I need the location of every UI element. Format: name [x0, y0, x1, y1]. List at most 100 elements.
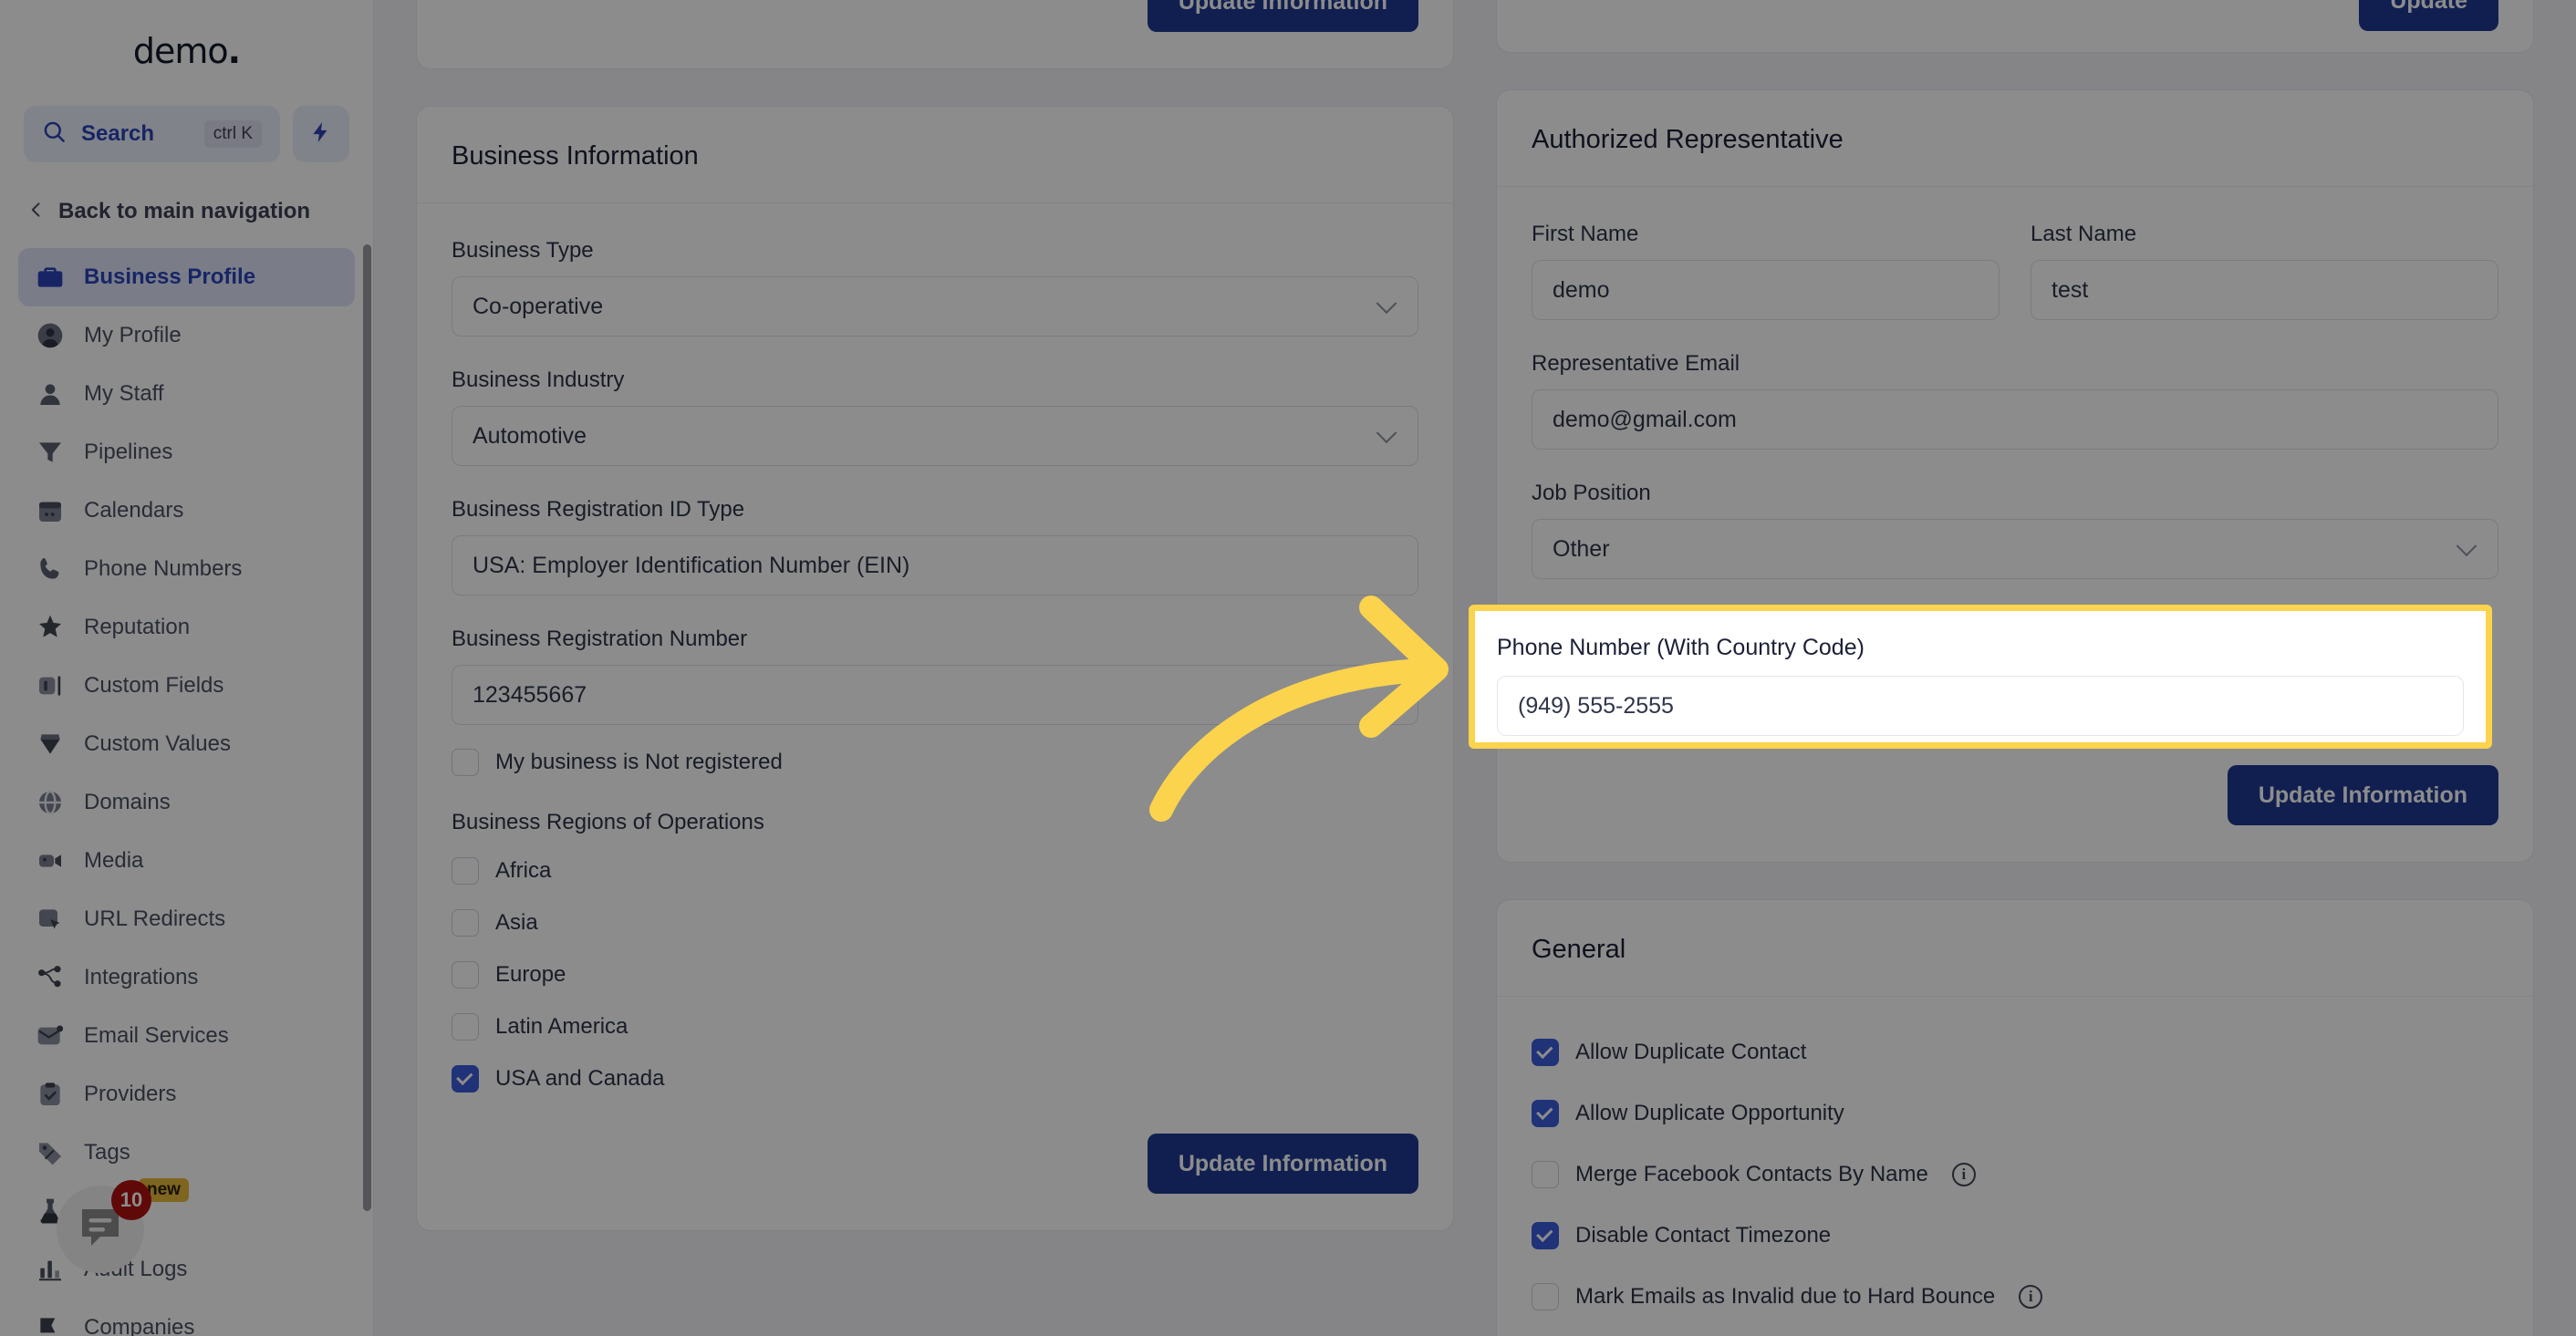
sidebar-item-email-services[interactable]: Email Services: [18, 1007, 355, 1065]
general-title: General: [1532, 935, 1626, 964]
tag-icon: [35, 1137, 66, 1168]
back-to-main-navigation[interactable]: Back to main navigation: [0, 175, 373, 248]
mark-emails-invalid-checkbox[interactable]: [1532, 1282, 1559, 1310]
sidebar-item-label: Custom Fields: [84, 673, 224, 698]
general-option-row[interactable]: Mark Emails as Invalid due to Hard Bounc…: [1532, 1276, 2498, 1317]
curved-arrow-right-annotation: [1149, 596, 1449, 822]
business-registration-id-type-label: Business Registration ID Type: [452, 497, 745, 522]
allow-duplicate-contact-checkbox[interactable]: [1532, 1038, 1559, 1066]
sidebar-item-custom-fields[interactable]: Custom Fields: [18, 657, 355, 715]
sidebar-item-label: Companies: [84, 1315, 195, 1336]
region-latin-america-checkbox[interactable]: [452, 1012, 479, 1041]
business-information-footer: Update Information: [417, 1134, 1453, 1230]
general-option-label: Allow Duplicate Opportunity: [1575, 1100, 1844, 1125]
search-shortcut-badge: ctrl K: [203, 120, 262, 148]
sidebar-item-label: Tags: [84, 1140, 130, 1165]
sidebar-item-media[interactable]: Media: [18, 832, 355, 890]
quick-actions-button[interactable]: [293, 106, 349, 162]
app-logo: demo.: [0, 0, 373, 102]
chevron-left-icon: [27, 198, 46, 226]
allow-duplicate-opportunity-checkbox[interactable]: [1532, 1099, 1559, 1127]
general-option-row[interactable]: Merge Facebook Contacts By Name i: [1532, 1154, 2498, 1195]
general-option-row[interactable]: Allow Duplicate Opportunity: [1532, 1093, 2498, 1134]
sidebar-item-companies[interactable]: Companies: [18, 1299, 355, 1336]
bar-chart-icon: [35, 1254, 66, 1285]
business-information-header: Business Information: [417, 107, 1453, 203]
briefcase-icon: [35, 262, 66, 293]
sidebar-item-integrations[interactable]: Integrations: [18, 948, 355, 1007]
sidebar-item-pipelines[interactable]: Pipelines: [18, 423, 355, 482]
job-position-select[interactable]: Other: [1532, 519, 2498, 579]
region-africa-checkbox[interactable]: [452, 856, 479, 885]
sidebar-item-reputation[interactable]: Reputation: [18, 598, 355, 657]
logo-dot: .: [227, 31, 241, 71]
sidebar-item-tags[interactable]: Tags: [18, 1124, 355, 1182]
update-information-button-business[interactable]: Update Information: [1147, 1134, 1418, 1194]
sidebar-item-providers[interactable]: Providers: [18, 1065, 355, 1124]
region-checkbox-row[interactable]: Asia: [452, 902, 1418, 943]
sidebar-item-calendars[interactable]: Calendars: [18, 482, 355, 540]
sidebar-item-label: Email Services: [84, 1023, 229, 1048]
business-type-select[interactable]: Co-operative: [452, 276, 1418, 337]
sidebar-item-label: Providers: [84, 1082, 177, 1106]
update-information-button-representative[interactable]: Update Information: [2227, 765, 2498, 825]
first-name-input[interactable]: demo: [1532, 260, 2000, 320]
authorized-representative-header: Authorized Representative: [1497, 90, 2533, 187]
sidebar-item-label: Integrations: [84, 965, 199, 989]
not-registered-checkbox[interactable]: [452, 748, 479, 776]
custom-fields-icon: [35, 670, 66, 701]
update-information-button-top[interactable]: Update Information: [1147, 0, 1418, 32]
last-name-input[interactable]: test: [2031, 260, 2498, 320]
region-checkbox-row[interactable]: Europe: [452, 954, 1418, 995]
update-button-top-right[interactable]: Update: [2359, 0, 2498, 31]
first-name-label: First Name: [1532, 222, 1639, 246]
representative-email-input[interactable]: demo@gmail.com: [1532, 389, 2498, 450]
region-asia-checkbox[interactable]: [452, 908, 479, 937]
general-option-label: Allow Duplicate Contact: [1575, 1039, 1807, 1064]
region-usa-canada-checkbox[interactable]: [452, 1064, 479, 1093]
sidebar-item-business-profile[interactable]: Business Profile: [18, 248, 355, 306]
search-input[interactable]: Search ctrl K: [24, 106, 280, 162]
sidebar-item-domains[interactable]: Domains: [18, 773, 355, 832]
authorized-representative-footer: Update Information: [1497, 765, 2533, 862]
job-position-label: Job Position: [1532, 481, 1651, 505]
sidebar-item-label: Custom Values: [84, 731, 231, 756]
region-label: Asia: [495, 909, 538, 935]
flag-icon: [35, 1312, 66, 1336]
chat-widget-button[interactable]: 10: [57, 1180, 151, 1273]
info-icon[interactable]: i: [1951, 1162, 1976, 1186]
general-header: General: [1497, 900, 2533, 997]
sidebar-item-custom-values[interactable]: Custom Values: [18, 715, 355, 773]
sidebar-scrollbar[interactable]: [363, 244, 371, 1211]
region-europe-checkbox[interactable]: [452, 960, 479, 989]
disable-contact-timezone-checkbox[interactable]: [1532, 1221, 1559, 1249]
sidebar-item-phone-numbers[interactable]: Phone Numbers: [18, 540, 355, 598]
general-option-row[interactable]: Allow Duplicate Contact: [1532, 1031, 2498, 1072]
sidebar: demo. Search ctrl K Back to main navigat…: [0, 0, 374, 1336]
phone-number-label: Phone Number (With Country Code): [1497, 635, 1864, 660]
sidebar-item-url-redirects[interactable]: URL Redirects: [18, 890, 355, 948]
phone-number-field-highlight: Phone Number (With Country Code) (949) 5…: [1469, 605, 2492, 749]
search-label: Search: [81, 121, 155, 146]
region-checkbox-row[interactable]: USA and Canada: [452, 1058, 1418, 1099]
sidebar-item-my-staff[interactable]: My Staff: [18, 365, 355, 423]
funnel-icon: [35, 437, 66, 468]
info-icon[interactable]: i: [2019, 1284, 2043, 1309]
sidebar-item-my-profile[interactable]: My Profile: [18, 306, 355, 365]
merge-facebook-contacts-checkbox[interactable]: [1532, 1160, 1559, 1188]
general-option-row[interactable]: Disable Contact Timezone: [1532, 1215, 2498, 1256]
sidebar-item-label: Reputation: [84, 615, 191, 639]
phone-number-input[interactable]: (949) 555-2555: [1497, 676, 2464, 736]
business-industry-field: Business Industry Automotive: [452, 368, 1418, 466]
cursor-box-icon: [35, 904, 66, 935]
general-option-label: Disable Contact Timezone: [1575, 1222, 1832, 1248]
business-type-label: Business Type: [452, 238, 594, 263]
envelope-icon: [35, 1020, 66, 1051]
region-checkbox-row[interactable]: Africa: [452, 850, 1418, 891]
authorized-representative-title: Authorized Representative: [1532, 125, 1844, 154]
region-checkbox-row[interactable]: Latin America: [452, 1006, 1418, 1047]
business-industry-select[interactable]: Automotive: [452, 406, 1418, 466]
clipboard-check-icon: [35, 1079, 66, 1110]
business-type-field: Business Type Co-operative: [452, 238, 1418, 337]
share-nodes-icon: [35, 962, 66, 993]
